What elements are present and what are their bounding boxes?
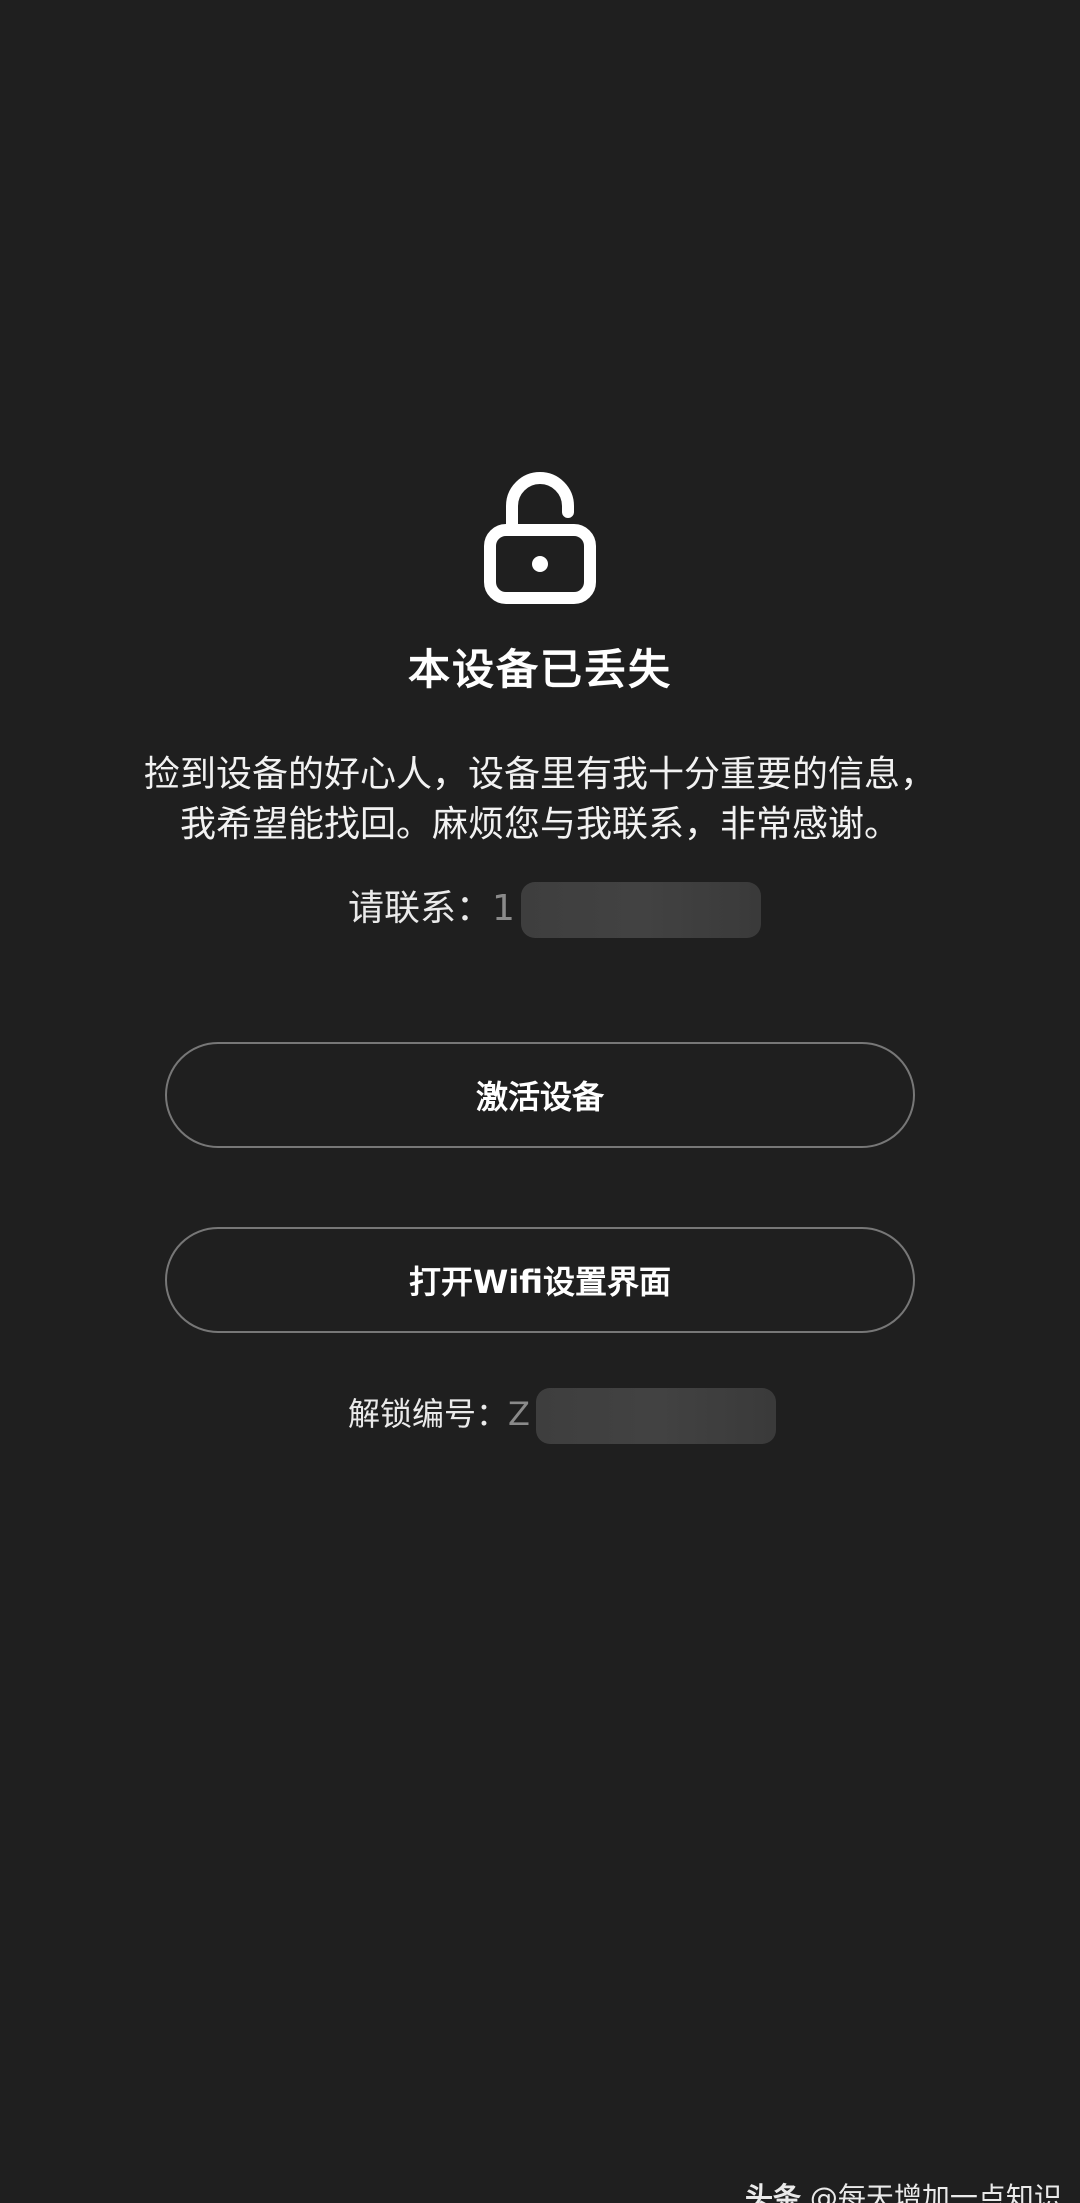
contact-info: 请联系：1 bbox=[348, 882, 761, 938]
watermark-brand: 头条 bbox=[745, 2181, 802, 2203]
unlock-code-redacted-blur bbox=[535, 1388, 776, 1444]
unlock-code-info: 解锁编号：Z bbox=[348, 1388, 776, 1444]
lost-device-screen: 本设备已丢失 捡到设备的好心人，设备里有我十分重要的信息， 我希望能找回。麻烦您… bbox=[0, 0, 1080, 2203]
unlocked-padlock-icon bbox=[484, 472, 596, 604]
open-wifi-settings-label: 打开Wifi设置界面 bbox=[409, 1263, 671, 1301]
message-line-2: 我希望能找回。麻烦您与我联系，非常感谢。 bbox=[179, 804, 900, 845]
watermark: 头条 @每天增加一点知识 bbox=[745, 2176, 1062, 2203]
activate-device-button[interactable]: 激活设备 bbox=[165, 1042, 915, 1148]
unlock-code-visible-prefix: Z bbox=[508, 1395, 530, 1433]
finder-message: 捡到设备的好心人，设备里有我十分重要的信息， 我希望能找回。麻烦您与我联系，非常… bbox=[100, 750, 980, 850]
page-title: 本设备已丢失 bbox=[407, 645, 672, 694]
message-line-1: 捡到设备的好心人，设备里有我十分重要的信息， bbox=[143, 754, 936, 795]
watermark-author: @每天增加一点知识 bbox=[809, 2181, 1062, 2203]
contact-redacted-blur bbox=[520, 882, 761, 938]
unlock-code-label: 解锁编号： bbox=[348, 1395, 509, 1433]
contact-label: 请联系： bbox=[348, 888, 493, 929]
open-wifi-settings-button[interactable]: 打开Wifi设置界面 bbox=[165, 1227, 915, 1333]
contact-visible-prefix: 1 bbox=[492, 888, 515, 929]
activate-device-label: 激活设备 bbox=[475, 1078, 604, 1116]
